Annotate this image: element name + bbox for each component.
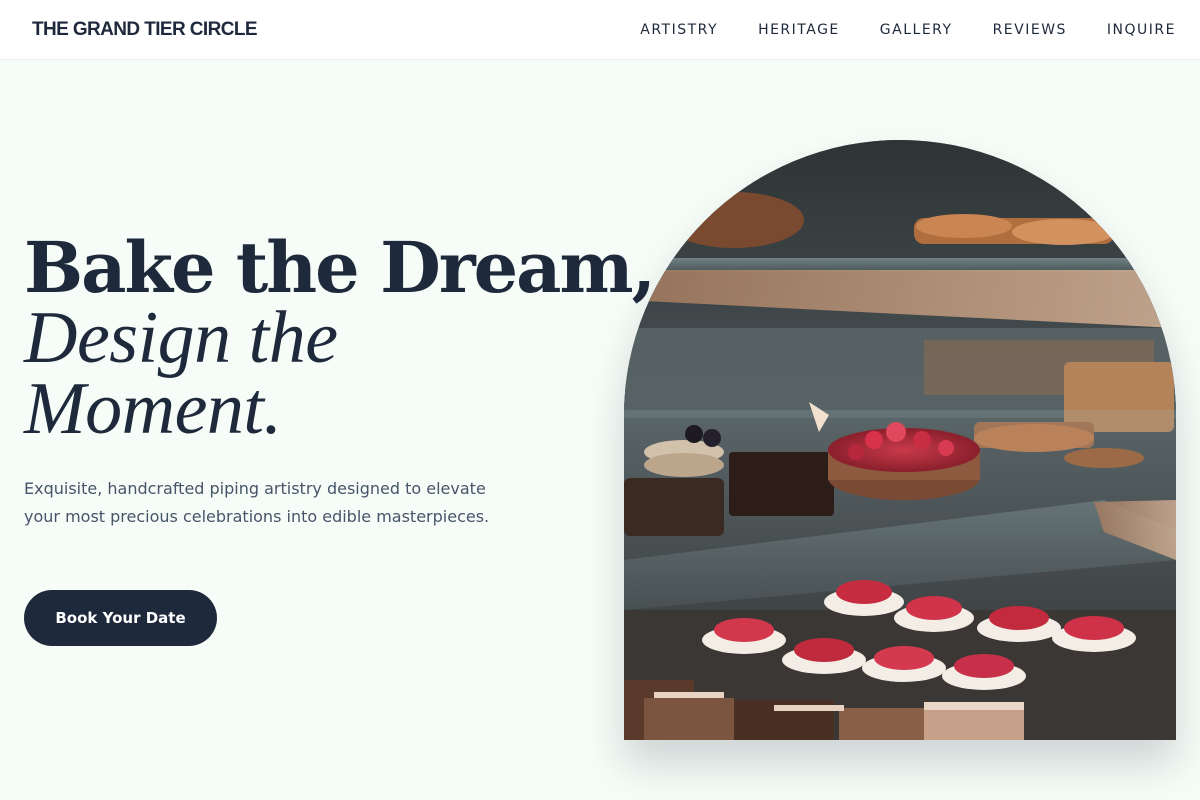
book-your-date-button[interactable]: Book Your Date: [24, 590, 217, 646]
main-nav: ARTISTRY HERITAGE GALLERY REVIEWS INQUIR…: [640, 22, 1176, 38]
hero-headline: Bake the Dream, Design the Moment.: [24, 226, 656, 450]
hero-pastry-image: [624, 140, 1176, 740]
nav-link-heritage[interactable]: HERITAGE: [758, 22, 840, 38]
nav-link-artistry[interactable]: ARTISTRY: [640, 22, 718, 38]
headline-line-1: Bake the Dream,: [24, 226, 656, 309]
hero-subtitle: Exquisite, handcrafted piping artistry d…: [24, 479, 490, 526]
pastry-display-case-photo: [624, 140, 1176, 740]
nav-link-reviews[interactable]: REVIEWS: [993, 22, 1067, 38]
headline-line-3: Moment.: [24, 368, 282, 450]
top-navigation-bar: THE GRAND TIER CIRCLE ARTISTRY HERITAGE …: [0, 0, 1200, 60]
brand-logo-text[interactable]: THE GRAND TIER CIRCLE: [32, 19, 258, 41]
hero-text-block: Bake the Dream, Design the Moment. Exqui…: [24, 226, 656, 531]
headline-line-2: Design the: [24, 297, 338, 379]
nav-link-gallery[interactable]: GALLERY: [880, 22, 953, 38]
nav-link-inquire[interactable]: INQUIRE: [1107, 22, 1176, 38]
